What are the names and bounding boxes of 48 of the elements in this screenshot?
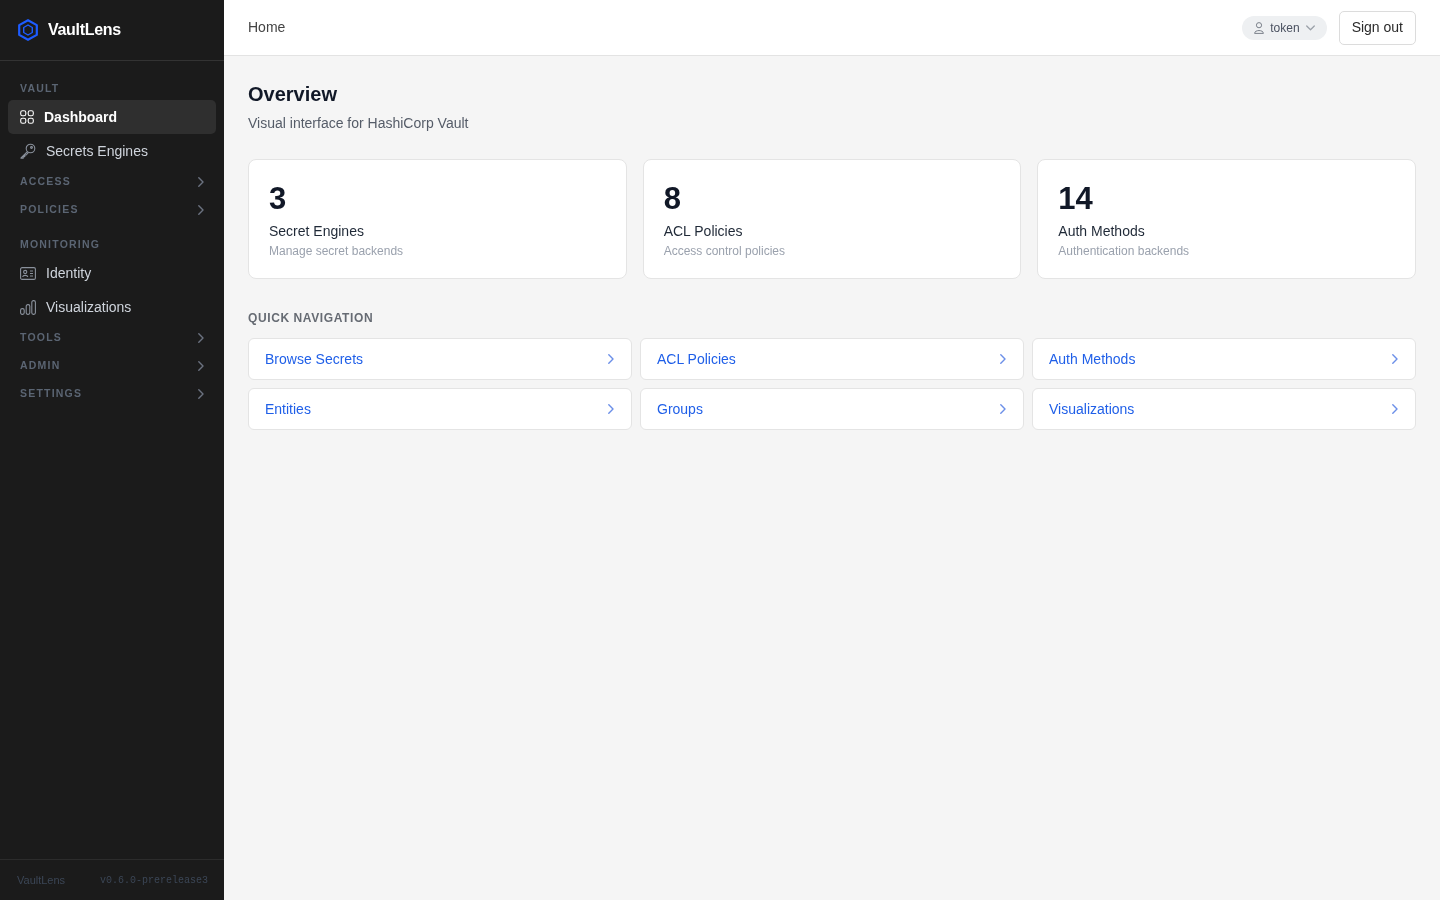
brand-name: VaultLens	[48, 20, 121, 40]
quick-nav-link[interactable]: ACL Policies	[640, 338, 1024, 380]
chevron-right-icon	[608, 404, 614, 414]
quick-nav-link[interactable]: Groups	[640, 388, 1024, 430]
app-name: VaultLens	[17, 872, 66, 888]
sidebar-item[interactable]: Secrets Engines	[8, 134, 216, 168]
quick-nav-link[interactable]: Entities	[248, 388, 632, 430]
sidebar-section-toggle[interactable]: ACCESS	[8, 168, 216, 196]
stat-value: 8	[663, 180, 681, 218]
quick-nav-link[interactable]: Auth Methods	[1032, 338, 1416, 380]
sidebar-section-toggle[interactable]: POLICIES	[8, 196, 216, 224]
key-icon	[20, 143, 36, 159]
stat-value: 3	[269, 180, 287, 218]
sidebar-section-toggle[interactable]: SETTINGS	[8, 380, 216, 408]
sidebar-section-toggle[interactable]: TOOLS	[8, 324, 216, 352]
chevron-right-icon	[1000, 354, 1006, 364]
sign-out-button[interactable]: Sign out	[1338, 10, 1416, 45]
chevron-down-icon	[1305, 24, 1315, 31]
stat-description: Authentication backends	[1058, 243, 1191, 259]
page-title: Overview	[248, 82, 338, 106]
section-label: MONITORING	[20, 238, 101, 250]
page-subtitle: Visual interface for HashiCorp Vault	[248, 114, 470, 133]
breadcrumb: Home	[248, 18, 286, 37]
sidebar-item[interactable]: Visualizations	[8, 290, 216, 324]
stat-label: Secret Engines	[269, 222, 365, 240]
section-label: VAULT	[20, 82, 60, 94]
stat-value: 14	[1058, 180, 1093, 218]
stat-label: ACL Policies	[663, 222, 744, 240]
sidebar-item[interactable]: Dashboard	[8, 100, 216, 134]
quick-nav-link[interactable]: Browse Secrets	[248, 338, 632, 380]
chevron-right-icon	[608, 354, 614, 364]
section-heading: QUICK NAVIGATION	[248, 311, 375, 325]
chevron-right-icon	[1392, 354, 1398, 364]
sidebar-section-toggle[interactable]: ADMIN	[8, 352, 216, 380]
hexagon-logo-icon	[18, 19, 38, 41]
stat-description: Manage secret backends	[269, 243, 405, 259]
grid-icon	[20, 110, 34, 124]
user-menu-button[interactable]: token	[1242, 15, 1327, 40]
version-label: v0.6.0-prerelease3	[99, 873, 208, 888]
person-icon	[1254, 21, 1265, 34]
id-card-icon	[20, 266, 36, 280]
quick-nav-link[interactable]: Visualizations	[1032, 388, 1416, 430]
bar-chart-icon	[20, 299, 36, 315]
stat-description: Access control policies	[663, 243, 787, 259]
stat-label: Auth Methods	[1058, 222, 1146, 240]
chevron-right-icon	[1000, 404, 1006, 414]
chevron-right-icon	[1392, 404, 1398, 414]
sidebar-item[interactable]: Identity	[8, 256, 216, 290]
